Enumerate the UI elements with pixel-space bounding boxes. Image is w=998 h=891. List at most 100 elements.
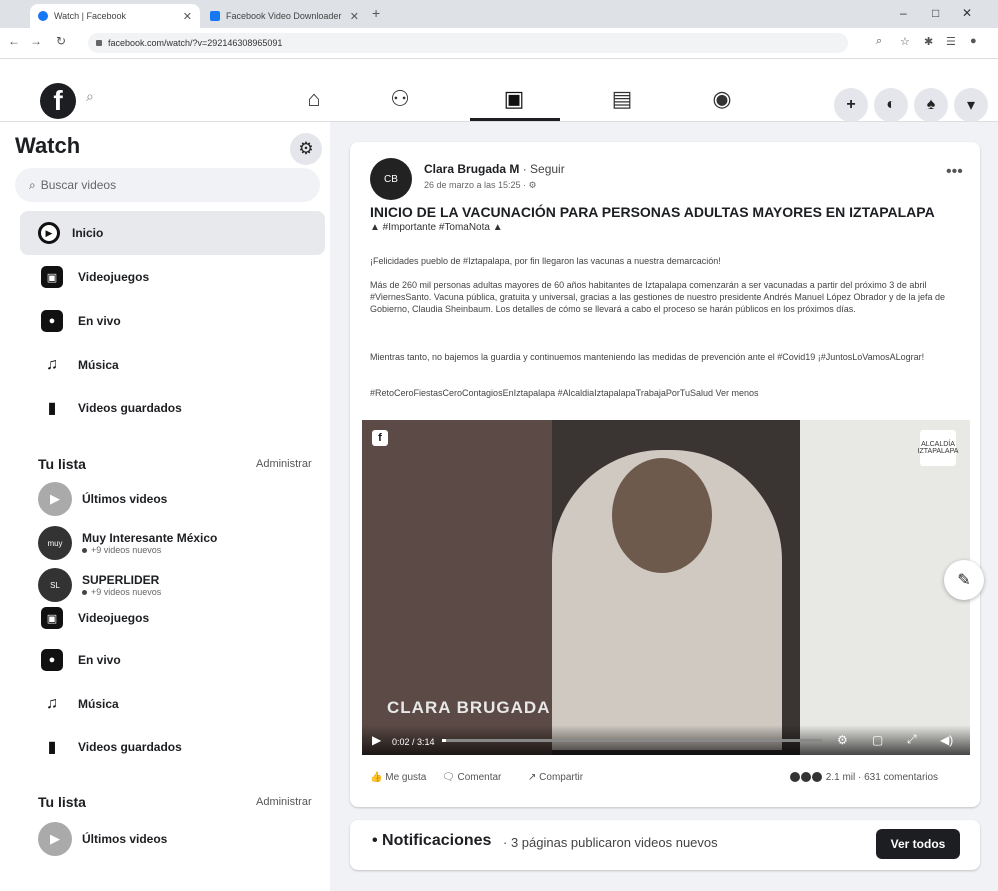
list-item[interactable]: ▶ Últimos videos [38, 822, 167, 856]
create-button[interactable]: + [834, 88, 868, 122]
sidebar-item-en-vivo[interactable]: ● En vivo [38, 303, 121, 339]
more-options-icon[interactable]: ••• [946, 163, 963, 181]
maximize-button[interactable]: □ [932, 6, 939, 20]
sidebar-item-label: En vivo [78, 653, 121, 667]
gaming-icon: ▣ [41, 266, 63, 288]
close-tab-icon[interactable]: ✕ [350, 10, 359, 23]
back-button[interactable]: ← [8, 34, 20, 48]
search-placeholder: Buscar videos [40, 178, 117, 192]
sidebar-item-musica-2[interactable]: ♫ Música [38, 686, 119, 722]
sidebar-title: Watch [15, 133, 81, 158]
forward-button[interactable]: → [30, 34, 42, 48]
alcaldia-badge: ALCALDÍA IZTAPALAPA [918, 430, 958, 466]
sidebar-item-en-vivo-2[interactable]: ● En vivo [38, 642, 121, 678]
tab-title: Watch | Facebook [54, 11, 127, 21]
sidebar-item-videos-guardados-2[interactable]: ▮ Videos guardados [38, 729, 182, 765]
play-icon: ▶ [38, 482, 72, 516]
new-tab-button[interactable]: + [372, 5, 380, 21]
post-author[interactable]: Clara Brugada M · Seguir [424, 162, 565, 176]
reload-button[interactable]: ↻ [56, 34, 66, 48]
sidebar-item-label: Videojuegos [78, 270, 150, 284]
sidebar-item-label: Música [78, 697, 119, 711]
settings-icon[interactable]: ⚙ [837, 733, 848, 747]
new-videos-count: +9 videos nuevos [91, 587, 162, 597]
avatar[interactable]: CB [370, 158, 412, 200]
tu-lista-heading: Tu lista [38, 456, 86, 472]
facebook-logo[interactable]: f [40, 83, 76, 119]
play-button[interactable]: ▶ [372, 733, 381, 747]
administrar-link[interactable]: Administrar [256, 458, 312, 470]
account-menu-icon[interactable]: ▾ [954, 88, 988, 122]
volume-icon[interactable]: ◀) [940, 733, 953, 747]
search-icon: ⌕ [29, 177, 36, 192]
close-window-button[interactable]: ✕ [962, 6, 972, 20]
ver-todos-button[interactable]: Ver todos [876, 829, 960, 859]
notifications-subtitle: · 3 páginas publicaron videos nuevos [503, 835, 718, 850]
list-item-sub: +9 videos nuevos [82, 587, 161, 597]
sidebar-item-label: Videos guardados [78, 740, 182, 754]
list-item[interactable]: ▶ Últimos videos [38, 482, 167, 516]
sidebar-item-inicio[interactable]: ▶ Inicio [38, 215, 103, 251]
like-label: Me gusta [385, 772, 427, 783]
messenger-icon[interactable]: ◐ [874, 88, 908, 122]
notifications-icon[interactable]: ♠ [914, 88, 948, 122]
follow-link[interactable]: · Seguir [519, 162, 565, 176]
sidebar-item-label: Videos guardados [78, 401, 182, 415]
list-item[interactable]: SL SUPERLIDER +9 videos nuevos [38, 568, 161, 602]
sidebar-item-videojuegos-2[interactable]: ▣ Videojuegos [38, 600, 149, 636]
friends-icon[interactable]: ⚇ [378, 84, 422, 114]
avatar: muy [38, 526, 72, 560]
like-button[interactable]: 👍 Me gusta [370, 772, 426, 783]
url-input[interactable]: facebook.com/watch/?v=292146308965091 [88, 33, 848, 53]
search-icon[interactable]: ⌕ [86, 88, 94, 105]
video-progress-bar[interactable] [442, 739, 822, 742]
star-icon[interactable]: ☆ [900, 35, 910, 48]
share-button[interactable]: ↗ Compartir [528, 772, 583, 783]
post-title: INICIO DE LA VACUNACIÓN PARA PERSONAS AD… [370, 204, 935, 220]
sidebar-item-musica[interactable]: ♫ Música [38, 347, 119, 383]
list-item[interactable]: muy Muy Interesante México +9 videos nue… [38, 526, 217, 560]
list-item-name: Últimos videos [82, 492, 168, 506]
administrar-link-2[interactable]: Administrar [256, 796, 312, 808]
video-search-input[interactable]: ⌕ Buscar videos [15, 168, 320, 202]
video-subject-head [612, 458, 712, 573]
sidebar-item-videojuegos[interactable]: ▣ Videojuegos [38, 259, 149, 295]
list-item-name: SUPERLIDER [82, 573, 160, 587]
home-icon[interactable]: ⌂ [292, 84, 336, 114]
pip-icon[interactable]: ▢ [872, 733, 883, 747]
fullscreen-icon[interactable]: ⤢ [907, 732, 917, 747]
minimize-button[interactable]: – [900, 6, 907, 20]
reaction-icon [801, 772, 811, 783]
reaction-icon [790, 772, 800, 783]
author-name[interactable]: Clara Brugada M [424, 162, 519, 176]
browser-tab-downloader[interactable]: Facebook Video Downloader ✕ [202, 4, 367, 28]
browser-tab-watch[interactable]: Watch | Facebook ✕ [30, 4, 200, 28]
close-tab-icon[interactable]: ✕ [183, 10, 192, 23]
bookmark-icon: ▮ [47, 400, 57, 417]
watch-icon[interactable]: ▣ [492, 84, 536, 114]
gear-icon[interactable]: ⚙ [290, 133, 322, 165]
video-time: 0:02 / 3:14 [392, 737, 435, 747]
video-player[interactable]: f ALCALDÍA IZTAPALAPA CLARA BRUGADA ▶ 0:… [362, 420, 970, 755]
extension-icon[interactable]: ✱ [924, 35, 933, 48]
sidebar-item-label: Videojuegos [78, 611, 150, 625]
new-dot-icon [82, 548, 87, 554]
edit-icon[interactable]: ✎ [944, 560, 984, 600]
post-date[interactable]: 26 de marzo a las 15:25 · ⚙ [424, 180, 537, 191]
music-icon: ♫ [46, 695, 58, 712]
comment-button[interactable]: 🗨 Comentar [442, 772, 501, 783]
reaction-stats: 2.1 mil · 631 comentarios [825, 772, 939, 783]
reaction-summary[interactable]: 2.1 mil · 631 comentarios [790, 772, 938, 783]
avatar: SL [38, 568, 72, 602]
post-paragraph: Mientras tanto, no bajemos la guardia y … [370, 352, 925, 362]
gaming-icon: ▣ [41, 607, 63, 629]
bookmark-icon: ▮ [47, 739, 57, 756]
notifications-title: • Notificaciones [372, 832, 492, 849]
groups-icon[interactable]: ◉ [700, 84, 744, 114]
sidebar-item-label: En vivo [78, 314, 121, 328]
reading-list-icon[interactable]: ☰ [946, 35, 956, 48]
sidebar-item-videos-guardados[interactable]: ▮ Videos guardados [38, 390, 182, 426]
marketplace-icon[interactable]: ▤ [600, 84, 644, 114]
profile-icon[interactable]: ● [970, 35, 977, 47]
zoom-icon[interactable]: ⌕ [876, 35, 882, 48]
